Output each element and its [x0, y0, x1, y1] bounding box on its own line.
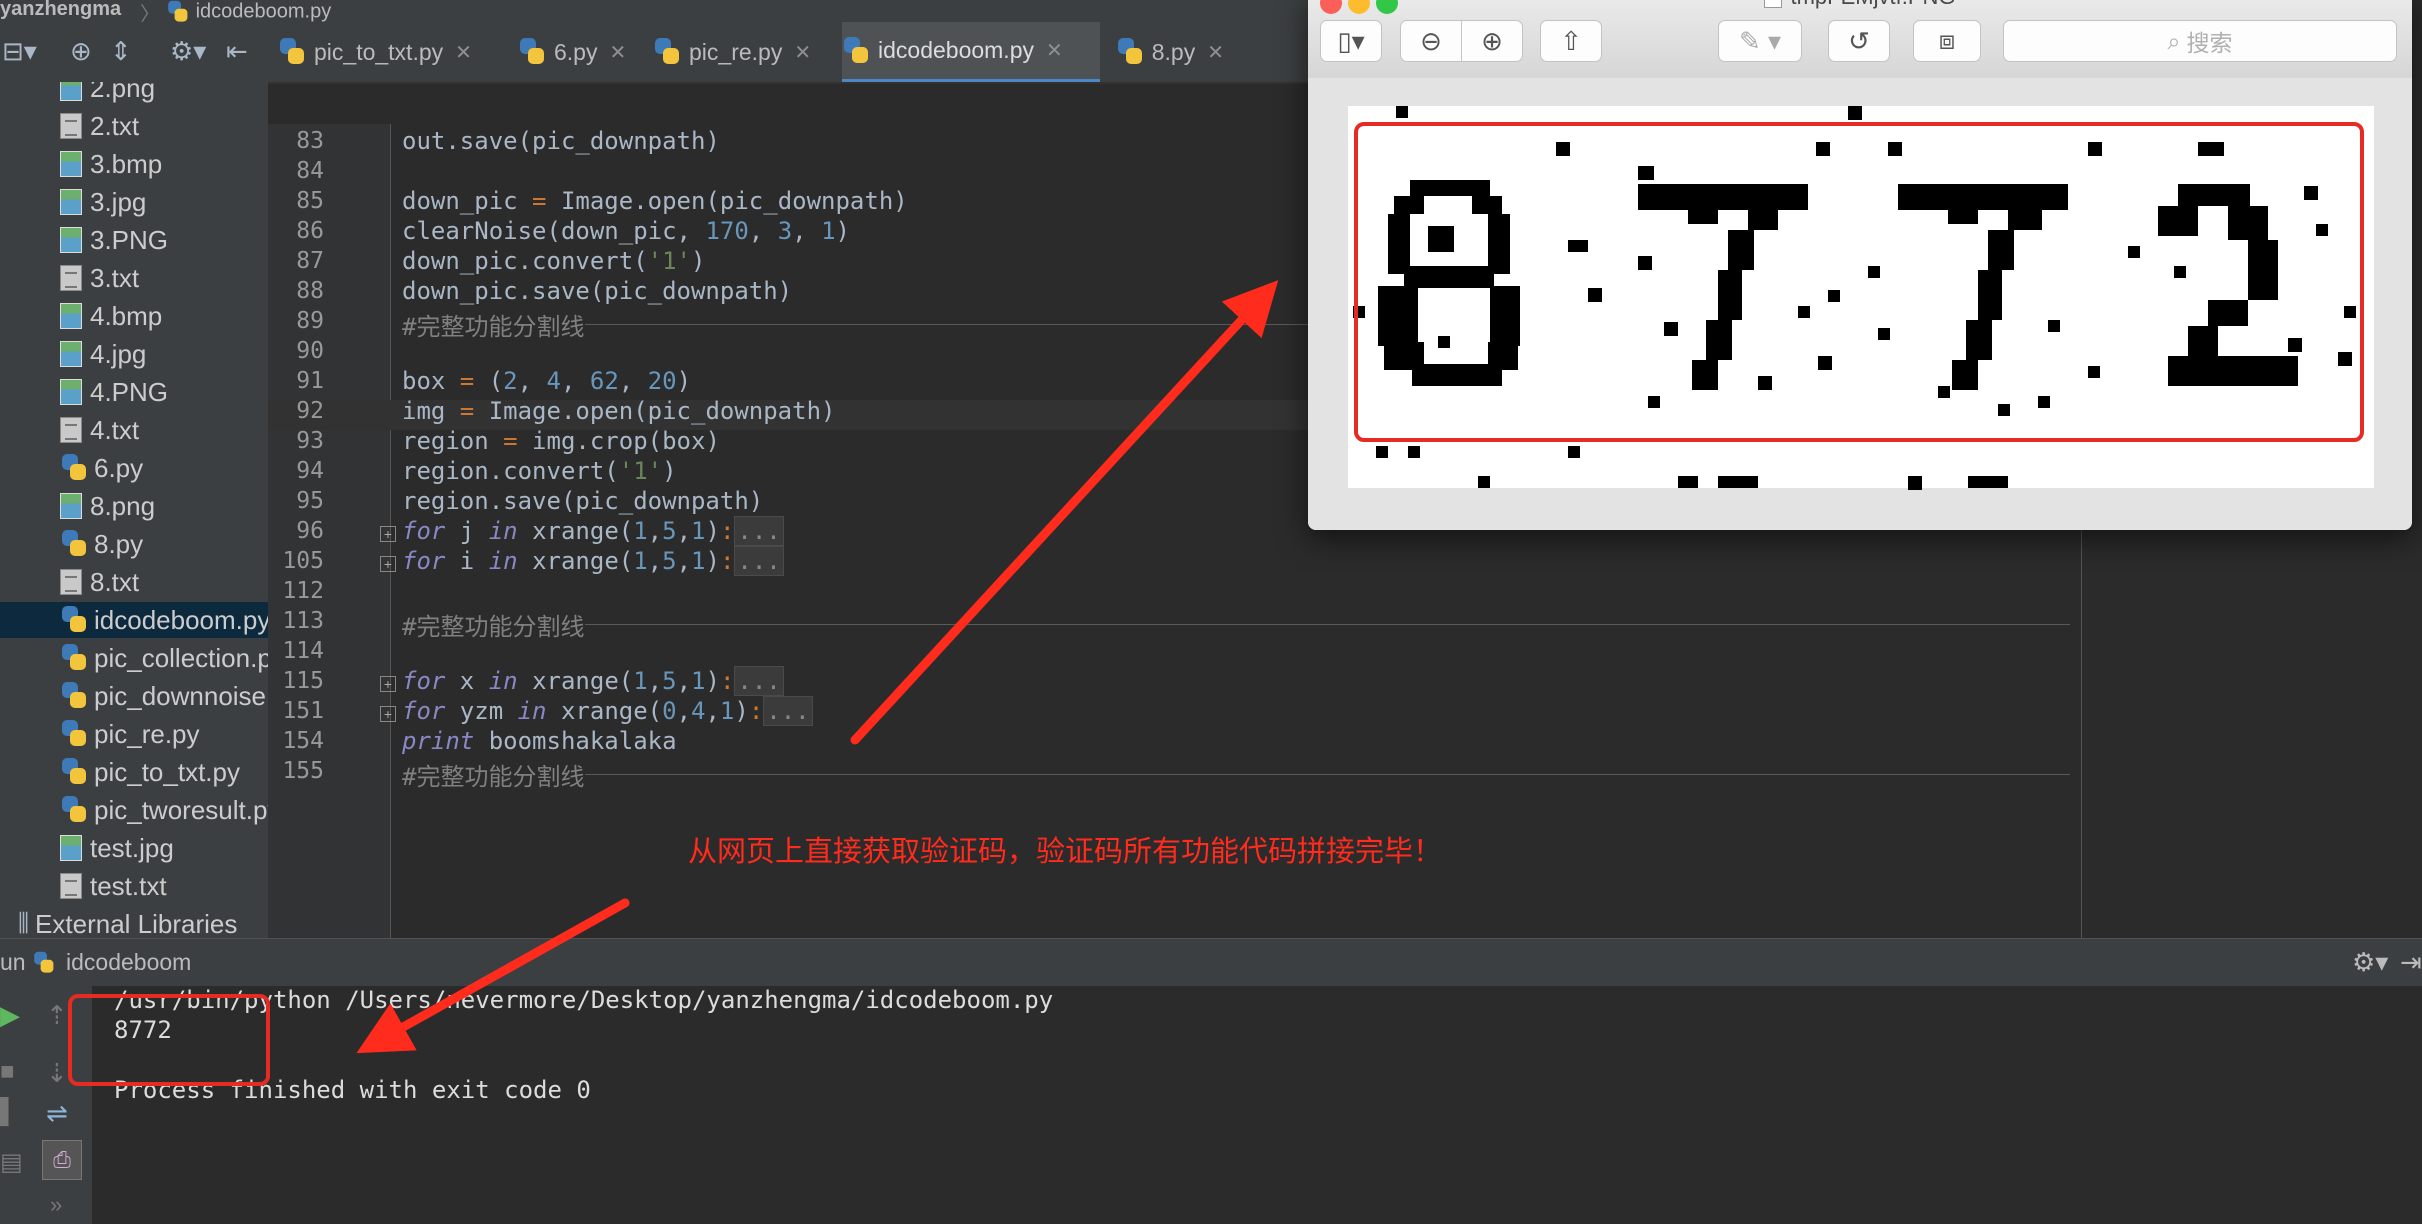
annotation-arrows [356, 280, 1279, 1054]
arrow-to-captcha [850, 280, 1279, 745]
arrow-to-output [356, 898, 630, 1054]
